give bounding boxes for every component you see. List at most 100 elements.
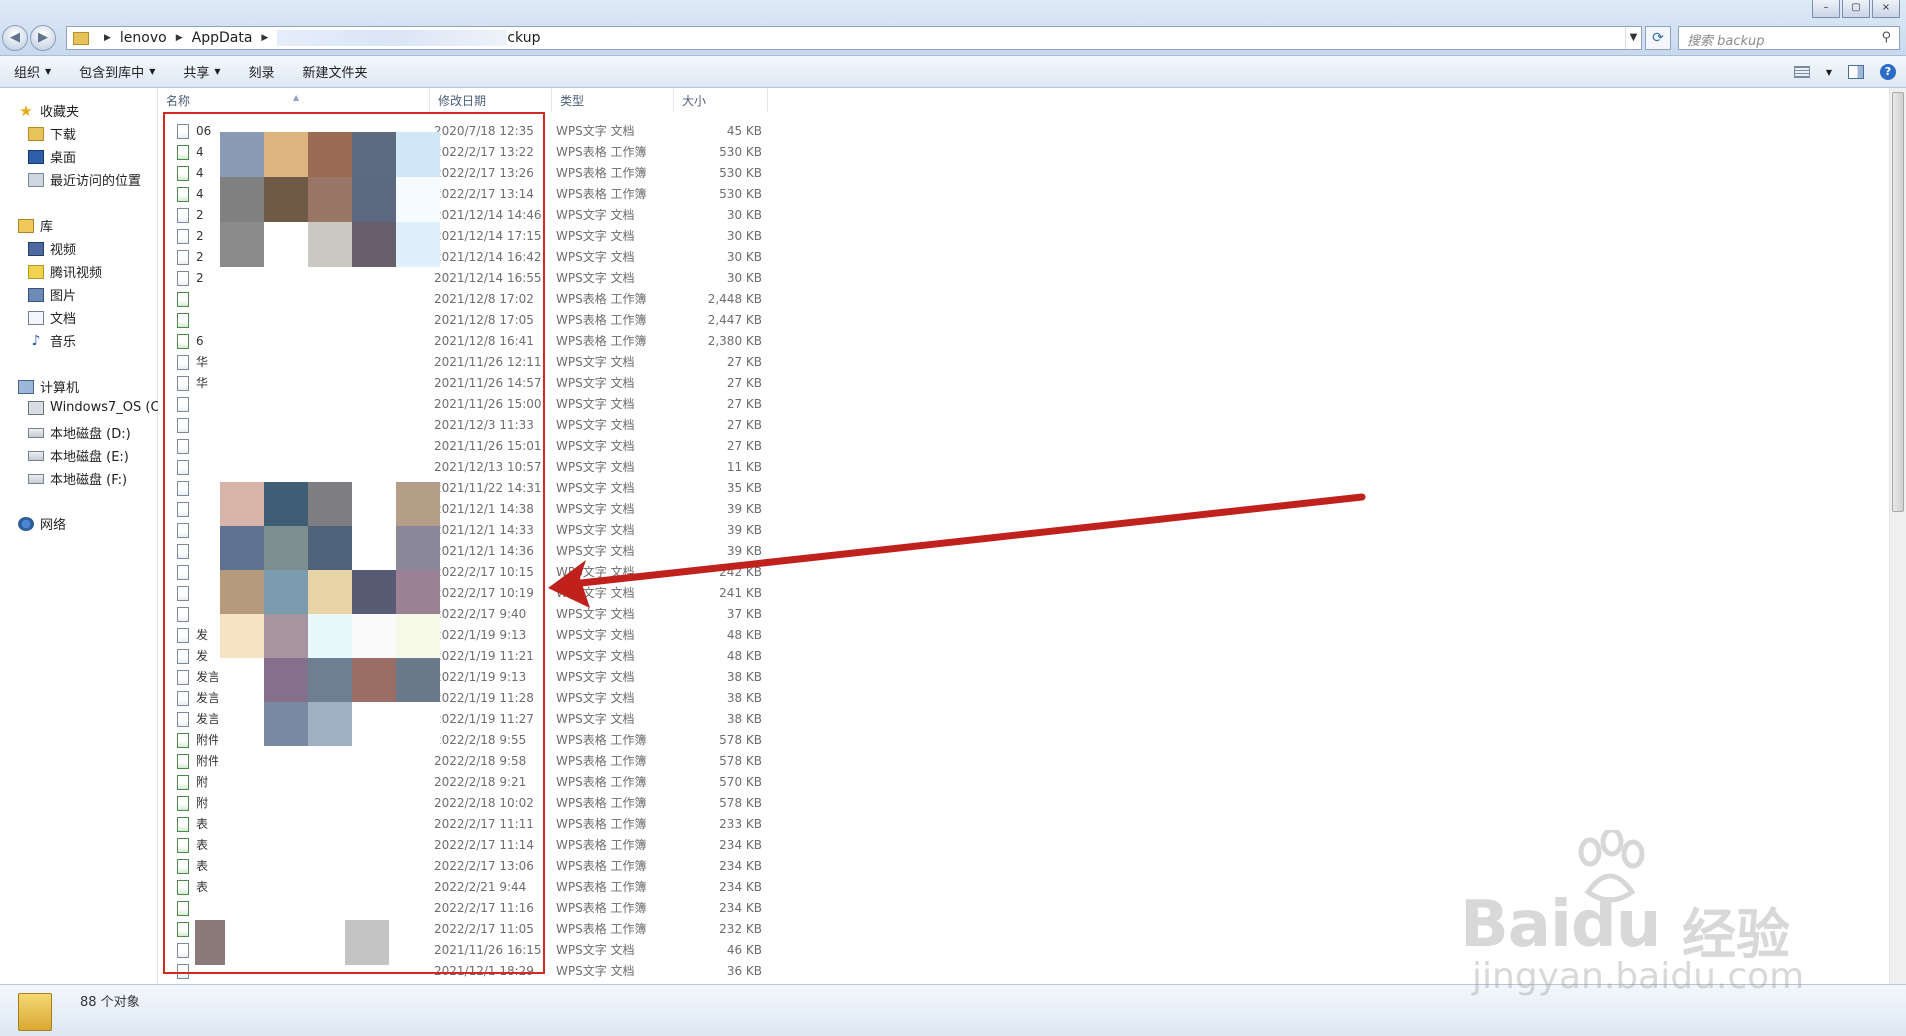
close-button[interactable]: × xyxy=(1872,0,1900,18)
system-drive-icon xyxy=(28,400,44,415)
file-type: WPS表格 工作簿 xyxy=(556,334,647,348)
file-size: 530 KB xyxy=(719,145,762,159)
chevron-down-icon: ▼ xyxy=(214,67,221,76)
breadcrumb-separator-icon: ▶ xyxy=(104,33,111,43)
file-size: 39 KB xyxy=(726,523,762,537)
address-dropdown-icon[interactable]: ▼ xyxy=(1625,27,1641,49)
new-folder-label: 新建文件夹 xyxy=(302,66,368,81)
nav-desktop[interactable]: 桌面 xyxy=(28,147,76,166)
column-size[interactable]: 大小 xyxy=(674,88,768,112)
file-size: 27 KB xyxy=(726,376,762,390)
nav-drive-e[interactable]: 本地磁盘 (E:) xyxy=(28,446,129,465)
column-name[interactable]: 名称 ▲ xyxy=(158,88,430,112)
file-type: WPS文字 文档 xyxy=(556,502,635,516)
command-bar: 组织 ▼ 包含到库中 ▼ 共享 ▼ 刻录 新建文件夹 ▼ ? xyxy=(0,56,1906,88)
back-button[interactable]: ◀ xyxy=(2,25,28,51)
nav-libraries[interactable]: 库 xyxy=(18,216,53,235)
maximize-button[interactable]: ▢ xyxy=(1842,0,1870,18)
file-type: WPS文字 文档 xyxy=(556,565,635,579)
file-type: WPS表格 工作簿 xyxy=(556,145,647,159)
file-size: 233 KB xyxy=(719,817,762,831)
nav-tencent-video[interactable]: 腾讯视频 xyxy=(28,262,102,281)
music-note-icon: ♪ xyxy=(31,332,41,349)
file-size: 234 KB xyxy=(719,901,762,915)
file-size: 234 KB xyxy=(719,880,762,894)
file-size: 2,448 KB xyxy=(707,292,762,306)
file-type: WPS文字 文档 xyxy=(556,271,635,285)
nav-music[interactable]: ♪ 音乐 xyxy=(28,331,77,351)
share-button[interactable]: 共享 ▼ xyxy=(169,62,234,81)
nav-pictures[interactable]: 图片 xyxy=(28,285,76,304)
change-view-icon[interactable] xyxy=(1793,66,1810,78)
nav-drive-c[interactable]: Windows7_OS (C:) xyxy=(28,400,169,415)
network-icon xyxy=(18,516,34,531)
chevron-down-icon[interactable]: ▼ xyxy=(1826,68,1832,77)
preview-pane-icon[interactable] xyxy=(1848,65,1864,79)
breadcrumb-appdata[interactable]: AppData xyxy=(192,30,253,46)
nav-network[interactable]: 网络 xyxy=(18,514,66,533)
new-folder-button[interactable]: 新建文件夹 xyxy=(289,62,382,81)
file-type: WPS表格 工作簿 xyxy=(556,313,647,327)
file-size: 30 KB xyxy=(726,250,762,264)
file-size: 48 KB xyxy=(726,649,762,663)
breadcrumb-separator-icon: ▶ xyxy=(261,33,269,43)
file-size: 578 KB xyxy=(719,754,762,768)
file-type: WPS表格 工作簿 xyxy=(556,817,647,831)
nav-computer[interactable]: 计算机 xyxy=(18,377,79,396)
chevron-down-icon: ▼ xyxy=(45,67,52,76)
forward-button[interactable]: ▶ xyxy=(30,25,56,51)
burn-button[interactable]: 刻录 xyxy=(235,62,289,81)
watermark-brand-bai: Bai xyxy=(1460,888,1572,962)
nav-videos[interactable]: 视频 xyxy=(28,239,76,258)
hard-drive-icon xyxy=(28,450,44,461)
file-type: WPS文字 文档 xyxy=(556,607,635,621)
file-size: 530 KB xyxy=(719,187,762,201)
file-size: 27 KB xyxy=(726,355,762,369)
file-type: WPS表格 工作簿 xyxy=(556,187,647,201)
include-library-label: 包含到库中 xyxy=(79,66,145,81)
file-size: 48 KB xyxy=(726,628,762,642)
minimize-button[interactable]: – xyxy=(1812,0,1840,18)
file-type: WPS文字 文档 xyxy=(556,376,635,390)
vertical-scrollbar[interactable] xyxy=(1889,88,1906,984)
file-size: 2,447 KB xyxy=(707,313,762,327)
scrollbar-thumb[interactable] xyxy=(1892,92,1904,512)
help-icon[interactable]: ? xyxy=(1880,64,1896,80)
file-size: 242 KB xyxy=(719,565,762,579)
breadcrumb-backup[interactable]: ckup xyxy=(507,30,540,46)
file-type: WPS文字 文档 xyxy=(556,481,635,495)
nav-favorites[interactable]: ★ 收藏夹 xyxy=(18,101,79,120)
search-input[interactable]: 搜索 backup ⚲ xyxy=(1678,26,1900,50)
file-type: WPS表格 工作簿 xyxy=(556,733,647,747)
chevron-down-icon: ▼ xyxy=(149,67,156,76)
nav-music-label: 音乐 xyxy=(50,335,77,350)
file-size: 36 KB xyxy=(726,964,762,978)
refresh-button[interactable]: ⟳ xyxy=(1645,26,1671,50)
include-in-library-button[interactable]: 包含到库中 ▼ xyxy=(65,62,169,81)
star-icon: ★ xyxy=(19,101,33,120)
breadcrumb-lenovo[interactable]: lenovo xyxy=(120,30,167,46)
address-bar[interactable]: ▶ lenovo ▶ AppData ▶ ckup ▼ xyxy=(66,26,1642,50)
computer-icon xyxy=(18,379,34,394)
file-type: WPS表格 工作簿 xyxy=(556,796,647,810)
file-size: 30 KB xyxy=(726,271,762,285)
burn-label: 刻录 xyxy=(248,66,275,81)
file-size: 530 KB xyxy=(719,166,762,180)
file-type: WPS表格 工作簿 xyxy=(556,292,647,306)
nav-recent[interactable]: 最近访问的位置 xyxy=(28,170,141,189)
search-placeholder: 搜索 backup xyxy=(1687,34,1765,49)
column-date[interactable]: 修改日期 xyxy=(430,88,552,112)
file-size: 27 KB xyxy=(726,397,762,411)
hard-drive-icon xyxy=(28,473,44,484)
nav-pictures-label: 图片 xyxy=(50,289,77,304)
nav-drive-d[interactable]: 本地磁盘 (D:) xyxy=(28,423,131,442)
column-type[interactable]: 类型 xyxy=(552,88,674,112)
file-size: 38 KB xyxy=(726,712,762,726)
organize-button[interactable]: 组织 ▼ xyxy=(0,62,65,81)
nav-downloads[interactable]: 下载 xyxy=(28,124,76,143)
file-size: 570 KB xyxy=(719,775,762,789)
nav-documents[interactable]: 文档 xyxy=(28,308,76,327)
file-size: 30 KB xyxy=(726,208,762,222)
nav-drive-f[interactable]: 本地磁盘 (F:) xyxy=(28,469,127,488)
file-type: WPS文字 文档 xyxy=(556,418,635,432)
